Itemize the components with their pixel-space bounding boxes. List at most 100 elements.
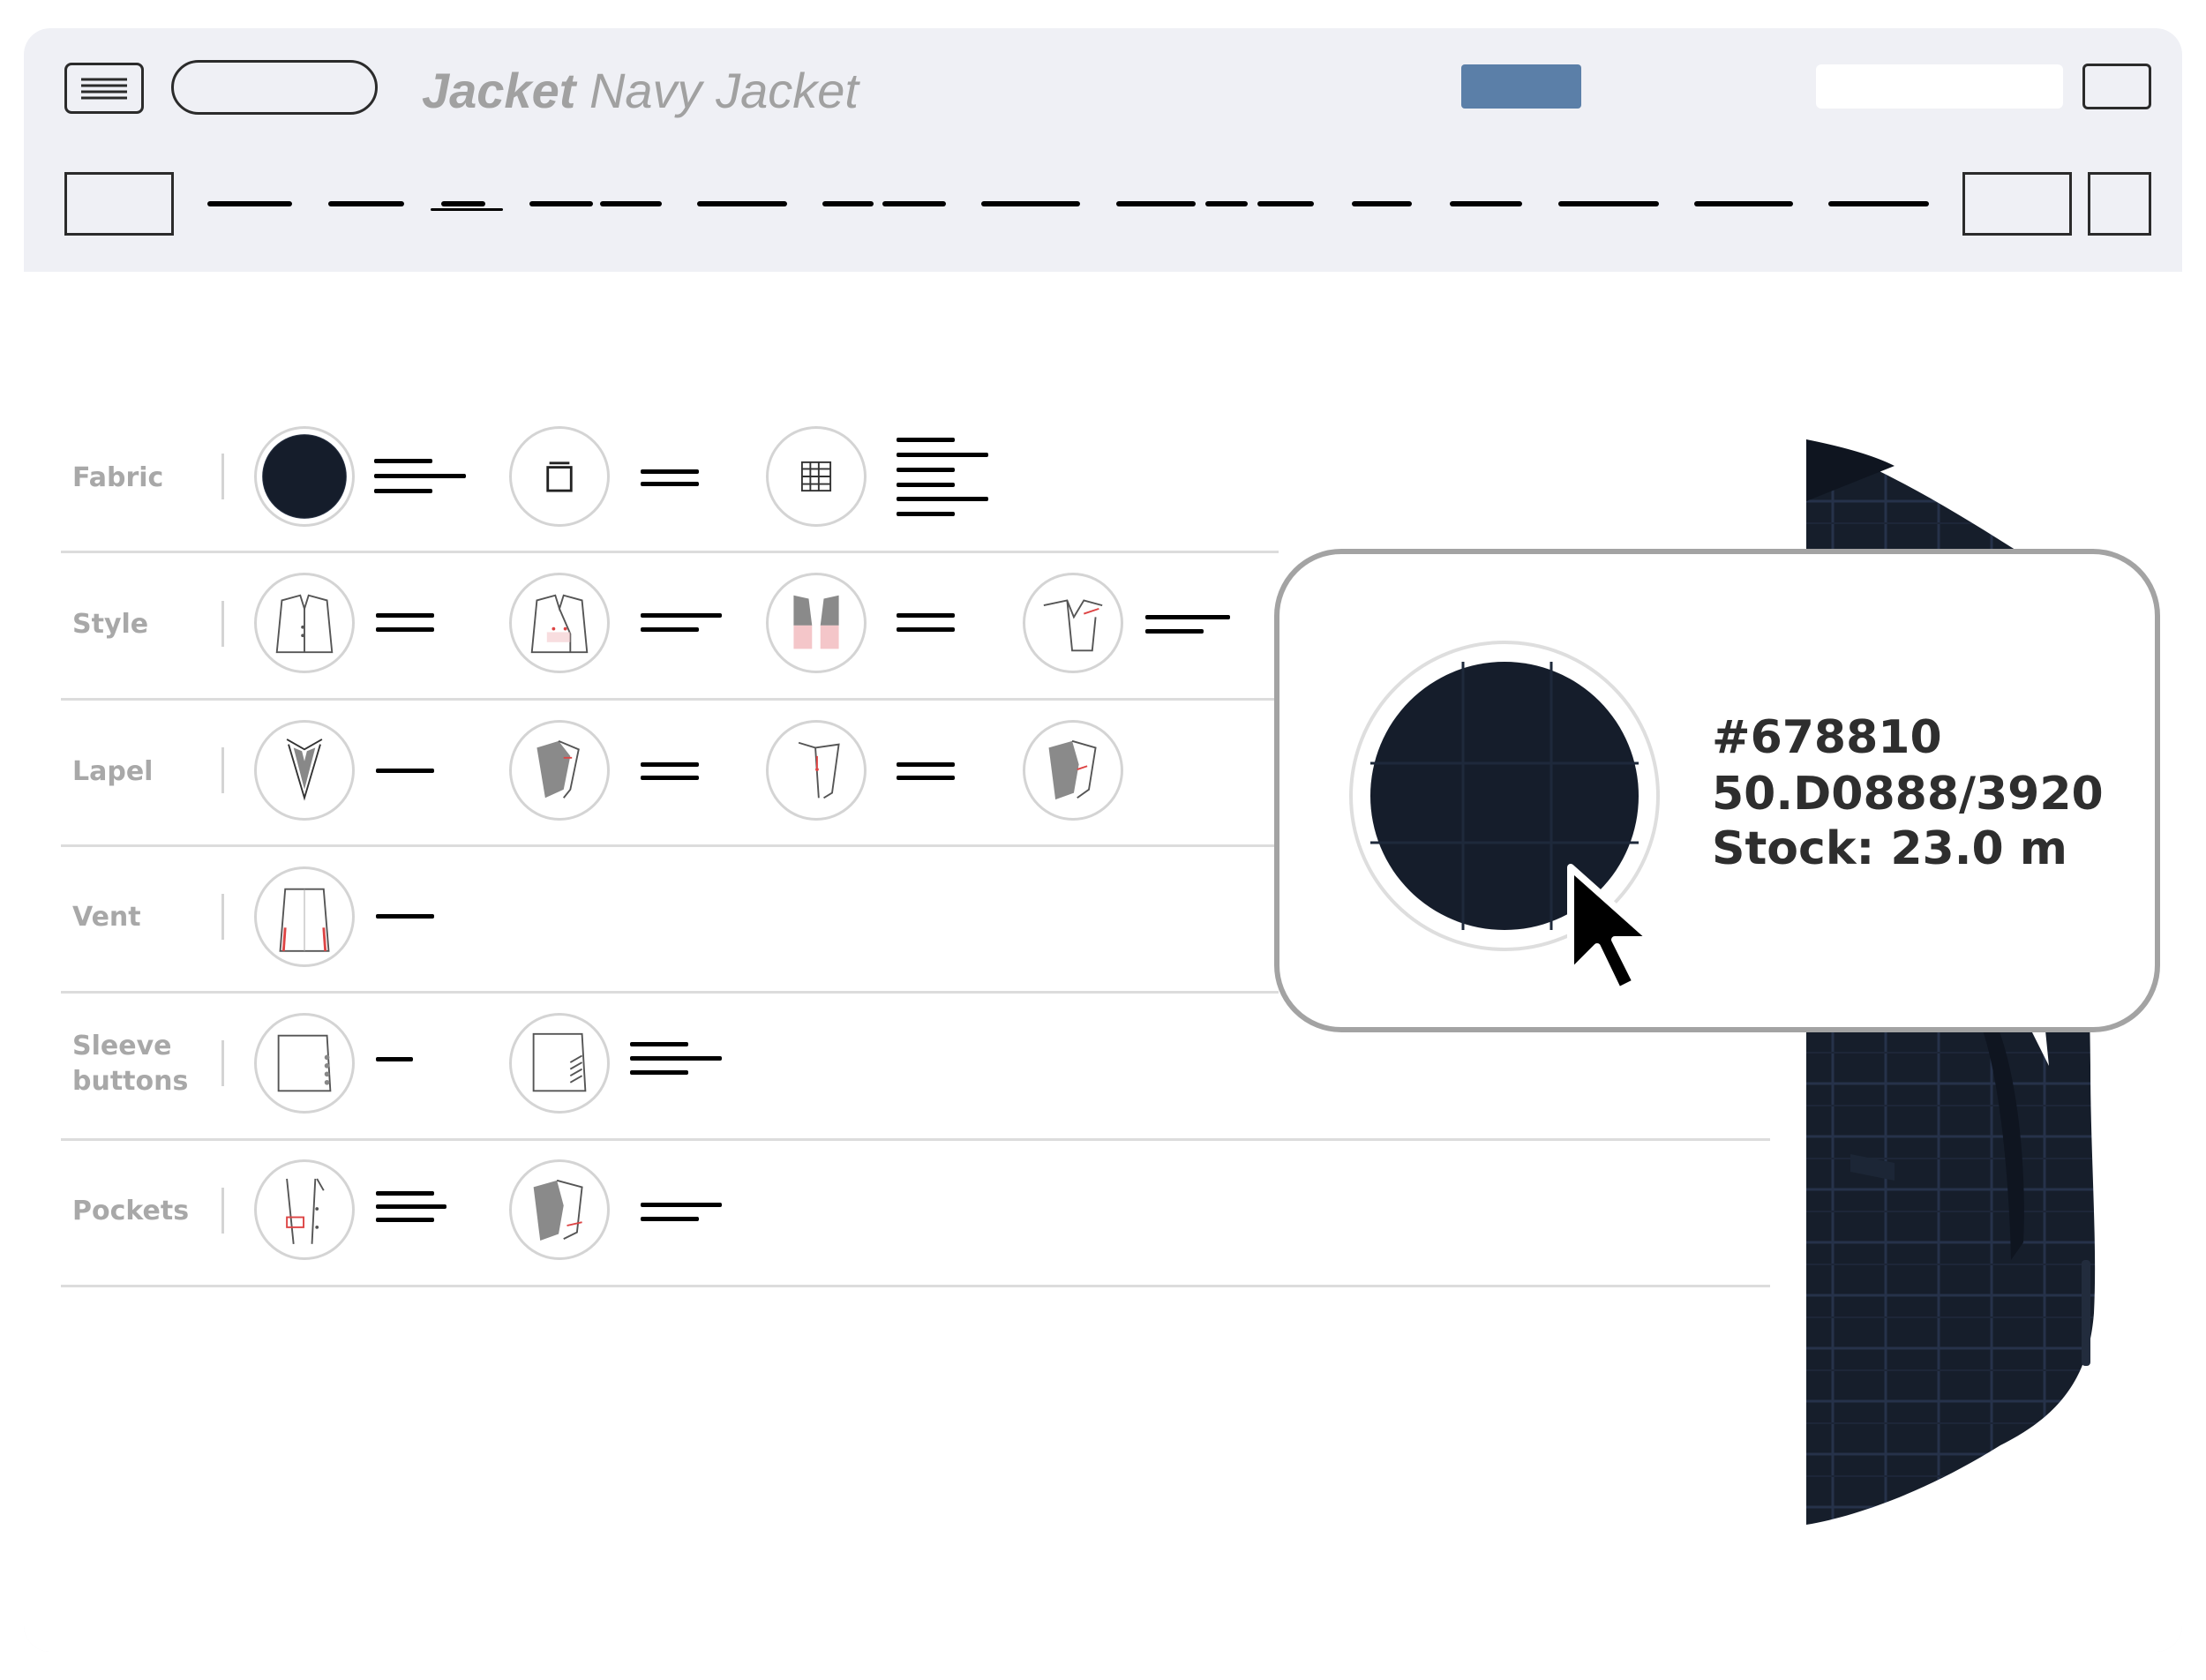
vent-option-side-vents[interactable] (254, 866, 355, 967)
sleeve-option-angled-buttons[interactable] (509, 1013, 610, 1114)
option-label-line (374, 489, 432, 493)
option-label-line (376, 914, 434, 919)
header-icon-button[interactable] (2082, 64, 2151, 109)
pocket-option-flap[interactable] (254, 1159, 355, 1260)
option-label-line (630, 1056, 722, 1061)
row-separator (221, 454, 224, 499)
style-option-open[interactable] (1023, 573, 1123, 673)
primary-action-button[interactable] (1461, 64, 1581, 109)
option-label-line (897, 627, 955, 632)
page-title-name: Navy Jacket (589, 63, 859, 118)
sleeve-option-four-buttons[interactable] (254, 1013, 355, 1114)
lapel-option-notch[interactable] (254, 720, 355, 821)
toolbar-tab[interactable] (529, 201, 593, 206)
option-label-line (376, 769, 434, 773)
toolbar-tab[interactable] (981, 201, 1080, 206)
fabric-code: #678810 (1712, 711, 1942, 764)
fabric-option-plain[interactable] (509, 426, 610, 527)
option-label-line (376, 627, 434, 632)
toolbar-tab[interactable] (328, 201, 404, 206)
row-separator (221, 1040, 224, 1086)
option-label-line (376, 1191, 434, 1196)
row-separator (221, 1188, 224, 1234)
lapel-option-shawl[interactable] (766, 720, 867, 821)
menu-icon (81, 78, 127, 100)
option-label-line (641, 613, 722, 618)
option-label-line (1145, 629, 1204, 634)
row-label-vent: Vent (72, 902, 141, 933)
option-label-line (376, 1204, 446, 1209)
row-label-sleeve-buttons: Sleeve buttons (72, 1029, 188, 1099)
toolbar-tab[interactable] (600, 201, 662, 206)
option-label-line (1145, 615, 1230, 619)
option-label-line (897, 613, 955, 618)
option-label-line (374, 474, 466, 478)
option-label-line (897, 453, 988, 457)
row-label-style: Style (72, 609, 149, 640)
option-label-line (641, 482, 699, 486)
option-label-line (897, 512, 955, 516)
toolbar-tab[interactable] (1205, 201, 1248, 206)
style-option-double-breasted[interactable] (509, 573, 610, 673)
fabric-option-pattern[interactable] (766, 426, 867, 527)
row-label-sleeve-line2: buttons (72, 1066, 189, 1097)
option-label-line (376, 1218, 434, 1222)
option-label-line (897, 438, 955, 442)
toolbar-tab[interactable] (441, 201, 485, 206)
option-label-line (897, 762, 955, 767)
page-title-category: Jacket (422, 63, 576, 118)
toolbar-tab[interactable] (882, 201, 946, 206)
fabric-article-number: 50.D0888/3920 (1712, 768, 2104, 821)
option-label-line (376, 1057, 413, 1061)
toolbar-tab[interactable] (1558, 201, 1659, 206)
cursor-arrow-icon (1567, 864, 1655, 994)
toolbar-tab[interactable] (1116, 201, 1196, 206)
toolbar-tab-underline (431, 208, 503, 211)
lapel-option-wide[interactable] (1023, 720, 1123, 821)
option-label-line (641, 762, 699, 767)
pill-button[interactable] (171, 60, 378, 115)
toolbar-tab[interactable] (1352, 201, 1412, 206)
row-divider (61, 1285, 1770, 1287)
row-divider (61, 698, 1279, 701)
style-option-single-breasted[interactable] (254, 573, 355, 673)
row-label-sleeve-line1: Sleeve (72, 1031, 172, 1061)
row-separator (221, 601, 224, 647)
toolbar-tab[interactable] (822, 201, 874, 206)
option-label-line (630, 1070, 688, 1075)
option-label-line (897, 776, 955, 780)
lapel-option-peak[interactable] (509, 720, 610, 821)
pocket-option-slanted[interactable] (509, 1159, 610, 1260)
row-label-fabric: Fabric (72, 462, 164, 493)
row-divider (61, 844, 1279, 847)
toolbar-tab[interactable] (697, 201, 787, 206)
row-separator (221, 747, 224, 793)
page-title: Jacket Navy Jacket (422, 62, 859, 119)
option-label-line (641, 627, 699, 632)
menu-button[interactable] (64, 63, 144, 114)
toolbar-tab[interactable] (207, 201, 292, 206)
row-divider (61, 1138, 1770, 1141)
row-separator (221, 894, 224, 940)
toolbar-tab[interactable] (1257, 201, 1314, 206)
option-label-line (641, 1203, 722, 1207)
style-option-waistcoat[interactable] (766, 573, 867, 673)
row-label-pockets: Pockets (72, 1196, 190, 1226)
option-label-line (641, 776, 699, 780)
toolbar-tab[interactable] (1450, 201, 1522, 206)
row-divider (61, 991, 1279, 994)
search-input[interactable] (1816, 64, 2063, 109)
option-label-line (374, 459, 432, 463)
toolbar-right-box[interactable] (1962, 172, 2072, 236)
option-label-line (376, 613, 434, 618)
option-label-line (897, 483, 955, 487)
toolbar-left-box[interactable] (64, 172, 174, 236)
option-label-line (641, 1217, 699, 1221)
fabric-stock: Stock: 23.0 m (1712, 822, 2067, 875)
option-label-line (897, 497, 988, 501)
option-label-line (630, 1042, 688, 1046)
fabric-option-navy[interactable] (254, 426, 355, 527)
toolbar-right-small-box[interactable] (2088, 172, 2151, 236)
toolbar-tab[interactable] (1828, 201, 1929, 206)
toolbar-tab[interactable] (1694, 201, 1793, 206)
